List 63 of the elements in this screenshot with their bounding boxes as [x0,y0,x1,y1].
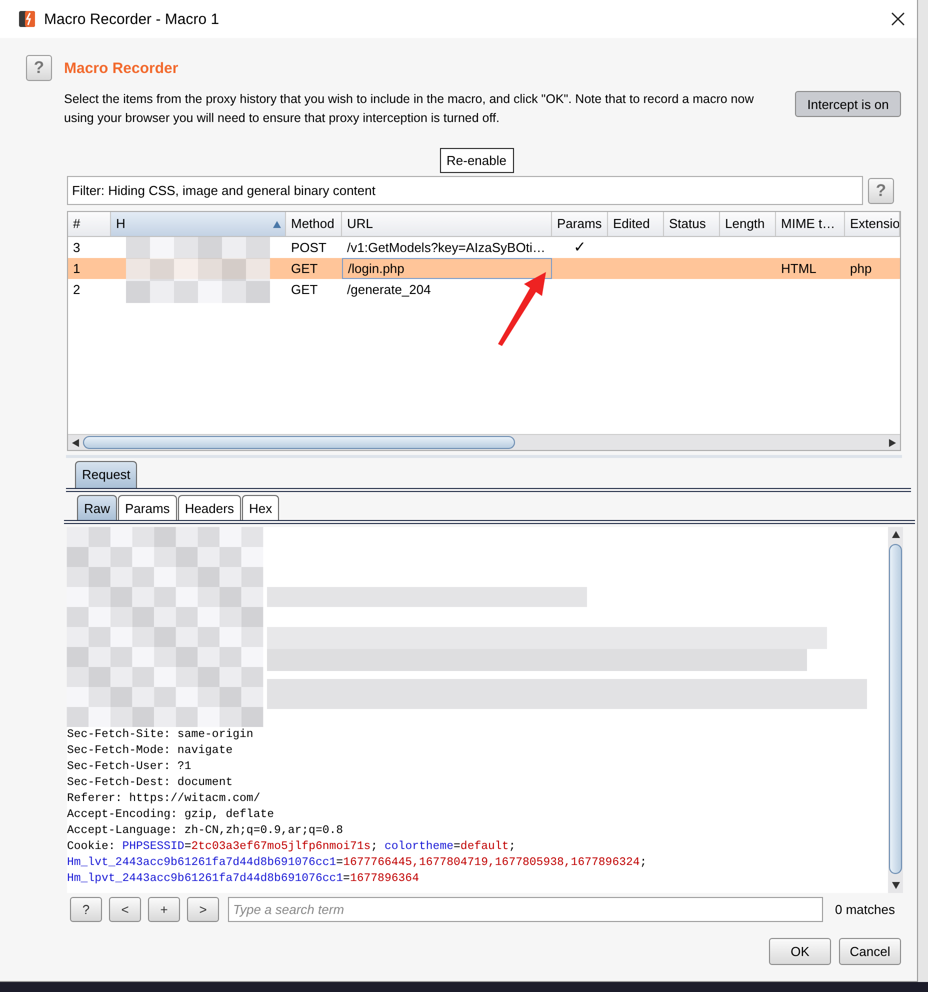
search-nav-button[interactable]: + [148,897,180,922]
match-count: 0 matches [835,902,895,917]
column-header[interactable]: Edited [608,212,664,236]
window-title: Macro Recorder - Macro 1 [44,10,220,28]
scroll-down-icon[interactable] [892,882,900,889]
table-cell: 3 [73,240,80,255]
column-header[interactable]: MIME t… [776,212,845,236]
table-cell: 2 [73,282,80,297]
help-button[interactable]: ? [868,178,894,204]
request-line: Hm_lvt_2443acc9b61261fa7d44d8b691076cc1=1677766445,1677804719,1677805938,1677896324; [67,855,648,871]
request-line: Referer: https://witacm.com/ [67,791,262,807]
filter-bar[interactable]: Filter: Hiding CSS, image and general binary content [67,176,863,205]
description-text: Select the items from the proxy history that you wish to include in the macro, and click "OK". Note that to record a macro now using your browser you will need to ensure that proxy interception is turned off. [64,91,755,127]
column-header[interactable]: Params [552,212,608,236]
table-cell: /login.php [348,261,404,276]
table-cell: /v1:GetModels?key=AIzaSyBOti… [347,240,546,255]
re-enable-button[interactable]: Re-enable [440,148,514,173]
sort-ascending-icon [273,221,281,228]
view-tab[interactable]: Headers [178,495,241,520]
search-nav-button[interactable]: < [109,897,141,922]
search-field[interactable]: Type a search term [228,897,823,922]
column-header[interactable]: Length [720,212,776,236]
column-header[interactable]: URL [342,212,552,236]
table-row[interactable]: 2 GET /generate_204 [68,279,900,300]
table-cell: GET [291,261,318,276]
request-line: Accept-Language: zh-CN,zh;q=0.9,ar;q=0.8 [67,823,344,839]
search-nav-button[interactable]: > [187,897,219,922]
request-line: Cookie: PHPSESSID=2tc03a3ef67mo5jlfp6nmoi71s; colortheme=default; [67,839,517,855]
column-header[interactable]: H [111,212,286,236]
request-line: Accept-Encoding: gzip, deflate [67,807,276,823]
section-title: Macro Recorder [64,60,178,76]
table-cell: ✓ [574,239,586,256]
dialog-button[interactable]: Cancel [839,938,901,965]
scrollbar-thumb[interactable] [889,544,902,874]
table-cell: POST [291,240,326,255]
intercept-button[interactable]: Intercept is on [795,91,901,117]
table-cell: php [850,261,872,276]
request-line: Sec-Fetch-Site: same-origin [67,727,254,743]
request-line: Hm_lpvt_2443acc9b61261fa7d44d8b691076cc1=1677896364 [67,871,420,887]
scroll-up-icon[interactable] [892,531,900,538]
table-cell: 1 [73,261,80,276]
table-row[interactable]: 3 POST /v1:GetModels?key=AIzaSyBOti… ✓ [68,237,900,258]
column-header[interactable]: Extensio [845,212,900,236]
app-icon [18,10,36,28]
table-cell: GET [291,282,318,297]
column-header[interactable]: Status [664,212,720,236]
search-nav-button[interactable]: ? [70,897,102,922]
close-icon[interactable] [891,12,905,26]
scroll-right-icon[interactable] [889,438,896,446]
dialog-button[interactable]: OK [769,938,831,965]
help-button[interactable]: ? [26,55,52,81]
view-tab[interactable]: Raw [77,495,118,520]
column-header[interactable]: Method [286,212,342,236]
request-line: Sec-Fetch-User: ?1 [67,759,192,775]
scroll-left-icon[interactable] [72,438,79,446]
view-tab[interactable]: Params [118,495,177,520]
request-line: Sec-Fetch-Mode: navigate [67,743,234,759]
request-tab[interactable]: Request [75,461,138,488]
request-line: Sec-Fetch-Dest: document [67,775,234,791]
view-tab[interactable]: Hex [242,495,280,520]
table-cell: HTML [781,261,816,276]
table-cell: /generate_204 [347,282,431,297]
scrollbar-thumb[interactable] [83,436,515,449]
